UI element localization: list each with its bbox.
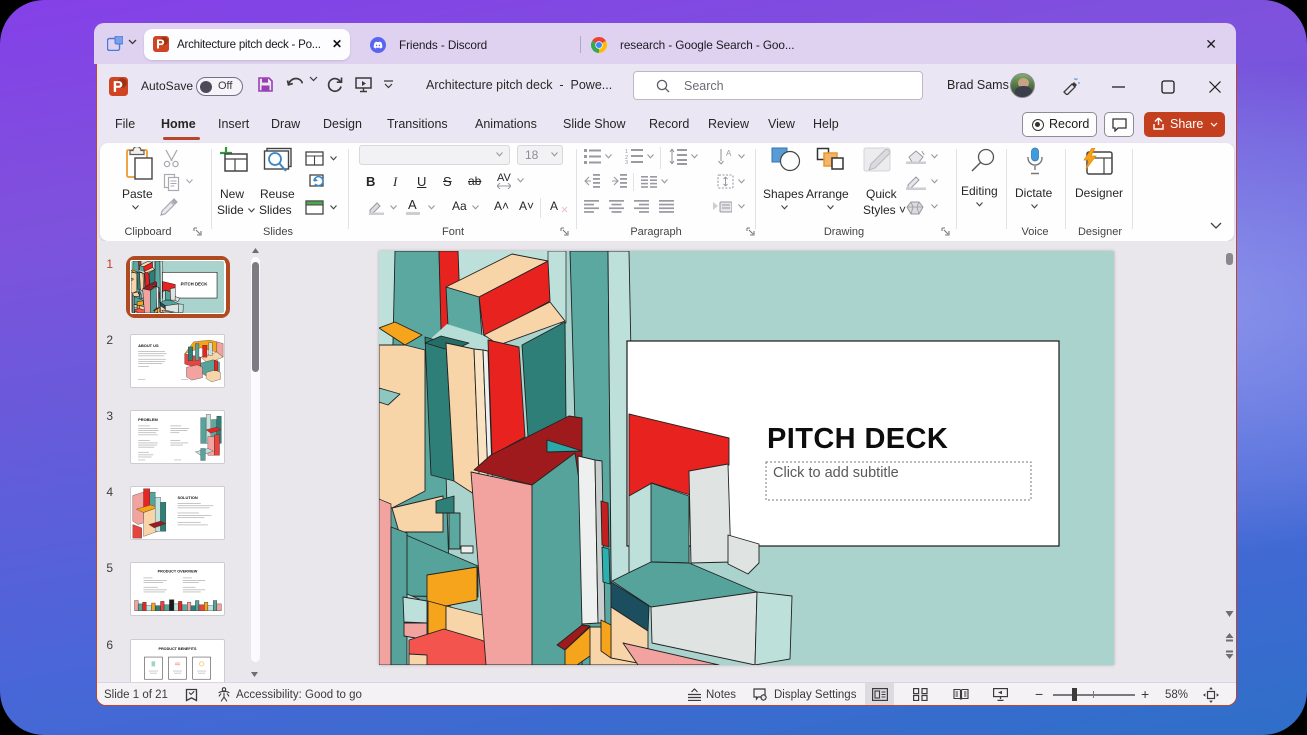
svg-text:Click to add subtitle: Click to add subtitle bbox=[773, 465, 899, 481]
svg-text:3: 3 bbox=[625, 160, 628, 164]
svg-text:ABOUT US: ABOUT US bbox=[138, 344, 159, 348]
svg-text:SOLUTION: SOLUTION bbox=[178, 496, 198, 500]
svg-text:PRODUCT BENEFITS: PRODUCT BENEFITS bbox=[158, 647, 197, 651]
svg-text:PRODUCT OVERVIEW: PRODUCT OVERVIEW bbox=[158, 569, 198, 573]
svg-text:PITCH DECK: PITCH DECK bbox=[767, 423, 948, 455]
svg-text:PROBLEM: PROBLEM bbox=[138, 418, 158, 422]
svg-text:PITCH DECK: PITCH DECK bbox=[181, 282, 209, 287]
svg-text:A: A bbox=[726, 149, 732, 158]
